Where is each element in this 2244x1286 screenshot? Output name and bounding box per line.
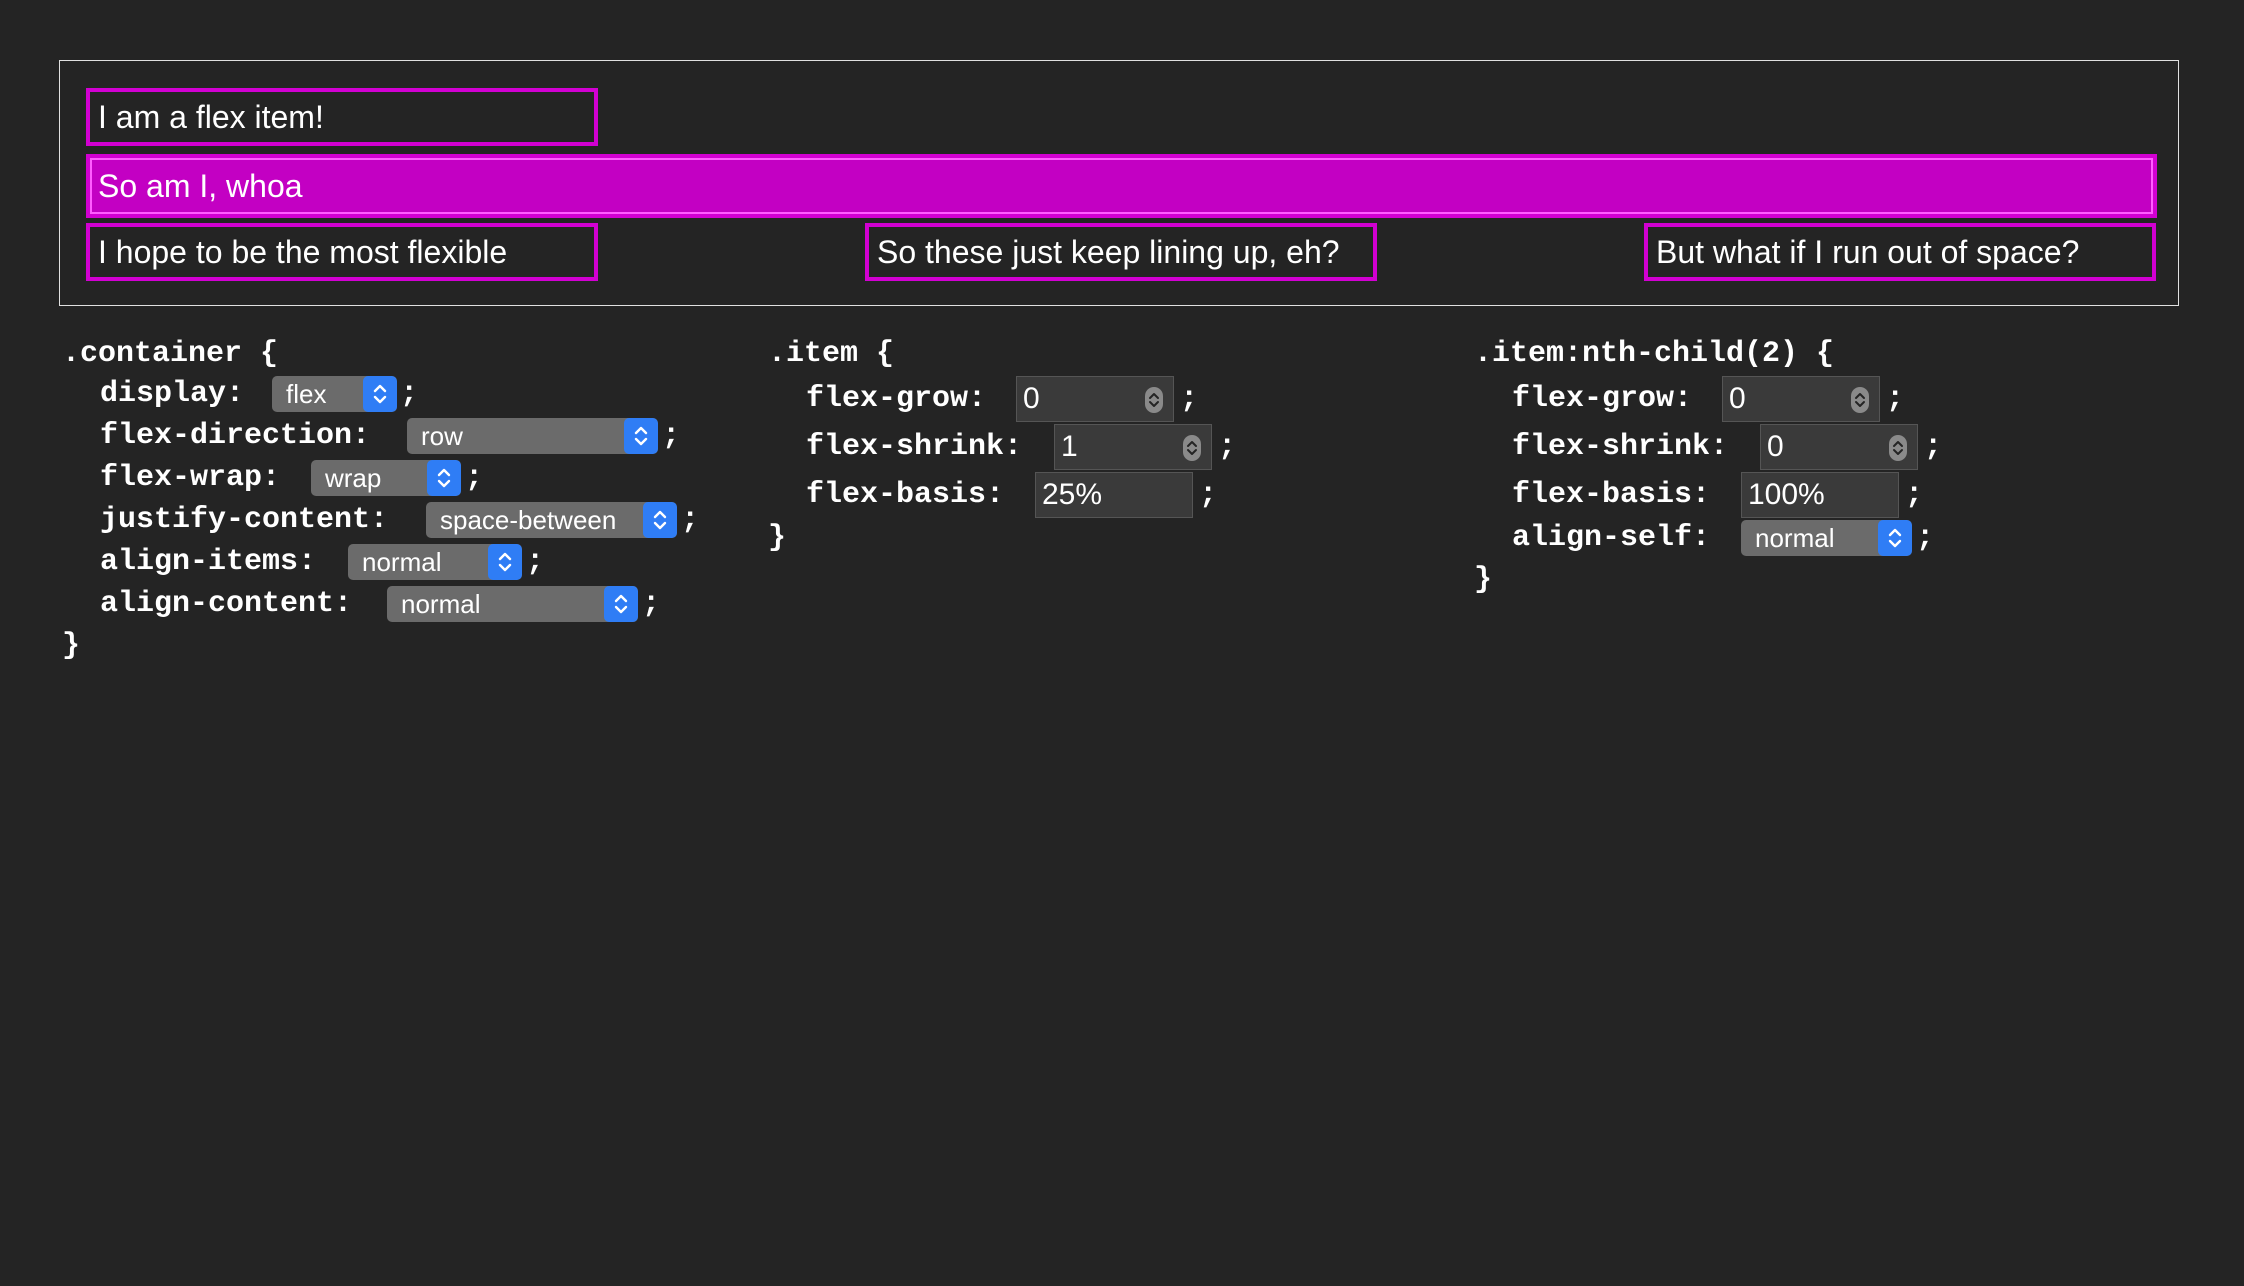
align-items-select[interactable]: normal bbox=[348, 544, 522, 580]
flex-direction-select-value: row bbox=[421, 420, 463, 451]
prop-flex-grow-label: flex-grow: bbox=[1512, 382, 1693, 416]
semicolon: ; bbox=[1916, 521, 1935, 555]
prop-align-items-label: align-items: bbox=[100, 545, 317, 579]
flex-demo-container: I am a flex item! So am I, whoa I hope t… bbox=[59, 60, 2179, 306]
prop-flex-basis-label: flex-basis: bbox=[806, 478, 1005, 512]
prop-flex-shrink-label: flex-shrink: bbox=[1512, 430, 1729, 464]
chevron-up-down-icon bbox=[488, 544, 522, 580]
prop-align-self-label: align-self: bbox=[1512, 521, 1711, 555]
semicolon: ; bbox=[1886, 382, 1905, 416]
align-content-select[interactable]: normal bbox=[387, 586, 638, 622]
align-content-select-value: normal bbox=[401, 588, 481, 619]
semicolon: ; bbox=[465, 461, 484, 495]
nth-child-selector: .item:nth-child(2) { bbox=[1474, 337, 1835, 371]
item-flex-shrink-input[interactable]: 1 bbox=[1054, 424, 1212, 470]
item-selector: .item { bbox=[768, 337, 895, 371]
item-rule: .item { flex-grow: 0 ; flex-shrink: 1 ; … bbox=[768, 334, 1268, 564]
item-flex-grow-value: 0 bbox=[1023, 382, 1040, 415]
nth-flex-shrink-value: 0 bbox=[1767, 430, 1784, 463]
nth-flex-basis-value: 100% bbox=[1748, 478, 1825, 511]
prop-align-content-label: align-content: bbox=[100, 587, 353, 621]
item-flex-grow-input[interactable]: 0 bbox=[1016, 376, 1174, 422]
nth-child-close: } bbox=[1474, 563, 1493, 597]
nth-flex-basis-input[interactable]: 100% bbox=[1741, 472, 1899, 518]
container-rule: .container { display: flex ; flex-direct… bbox=[62, 334, 722, 674]
nth-flex-shrink-input[interactable]: 0 bbox=[1760, 424, 1918, 470]
justify-content-select[interactable]: space-between bbox=[426, 502, 677, 538]
align-items-select-value: normal bbox=[362, 546, 442, 577]
prop-flex-basis-label: flex-basis: bbox=[1512, 478, 1711, 512]
align-self-select-value: normal bbox=[1755, 522, 1835, 553]
flex-item-2: So am I, whoa bbox=[86, 154, 2157, 218]
semicolon: ; bbox=[642, 587, 661, 621]
chevron-up-down-icon bbox=[427, 460, 461, 496]
flex-direction-select[interactable]: row bbox=[407, 418, 658, 454]
flex-wrap-select-value: wrap bbox=[325, 462, 382, 493]
semicolon: ; bbox=[526, 545, 545, 579]
flex-item-3: I hope to be the most flexible bbox=[86, 223, 598, 281]
flex-item-4: So these just keep lining up, eh? bbox=[865, 223, 1377, 281]
prop-flex-wrap-label: flex-wrap: bbox=[100, 461, 281, 495]
semicolon: ; bbox=[400, 377, 419, 411]
prop-flex-shrink-label: flex-shrink: bbox=[806, 430, 1023, 464]
stepper-icon[interactable] bbox=[1145, 387, 1163, 413]
prop-flex-grow-label: flex-grow: bbox=[806, 382, 987, 416]
container-close: } bbox=[62, 629, 81, 663]
nth-flex-grow-value: 0 bbox=[1729, 382, 1746, 415]
prop-flex-direction-label: flex-direction: bbox=[100, 419, 371, 453]
semicolon: ; bbox=[1180, 382, 1199, 416]
item-flex-shrink-value: 1 bbox=[1061, 430, 1078, 463]
nth-child-rule: .item:nth-child(2) { flex-grow: 0 ; flex… bbox=[1474, 334, 1974, 604]
justify-content-select-value: space-between bbox=[440, 504, 617, 535]
align-self-select[interactable]: normal bbox=[1741, 520, 1912, 556]
chevron-up-down-icon bbox=[1878, 520, 1912, 556]
chevron-up-down-icon bbox=[643, 502, 677, 538]
flex-item-5: But what if I run out of space? bbox=[1644, 223, 2156, 281]
container-selector: .container { bbox=[62, 337, 279, 371]
semicolon: ; bbox=[1905, 478, 1924, 512]
prop-justify-content-label: justify-content: bbox=[100, 503, 389, 537]
flex-item-1: I am a flex item! bbox=[86, 88, 598, 146]
item-close: } bbox=[768, 521, 787, 555]
item-flex-basis-input[interactable]: 25% bbox=[1035, 472, 1193, 518]
semicolon: ; bbox=[1199, 478, 1218, 512]
chevron-up-down-icon bbox=[624, 418, 658, 454]
semicolon: ; bbox=[1218, 430, 1237, 464]
chevron-up-down-icon bbox=[363, 376, 397, 412]
semicolon: ; bbox=[681, 503, 700, 537]
item-flex-basis-value: 25% bbox=[1042, 478, 1103, 511]
chevron-up-down-icon bbox=[604, 586, 638, 622]
flex-wrap-select[interactable]: wrap bbox=[311, 460, 461, 496]
display-select-value: flex bbox=[286, 378, 327, 409]
nth-flex-grow-input[interactable]: 0 bbox=[1722, 376, 1880, 422]
semicolon: ; bbox=[1924, 430, 1943, 464]
semicolon: ; bbox=[662, 419, 681, 453]
stepper-icon[interactable] bbox=[1183, 435, 1201, 461]
display-select[interactable]: flex bbox=[272, 376, 397, 412]
stepper-icon[interactable] bbox=[1851, 387, 1869, 413]
prop-display-label: display: bbox=[100, 377, 245, 411]
stepper-icon[interactable] bbox=[1889, 435, 1907, 461]
